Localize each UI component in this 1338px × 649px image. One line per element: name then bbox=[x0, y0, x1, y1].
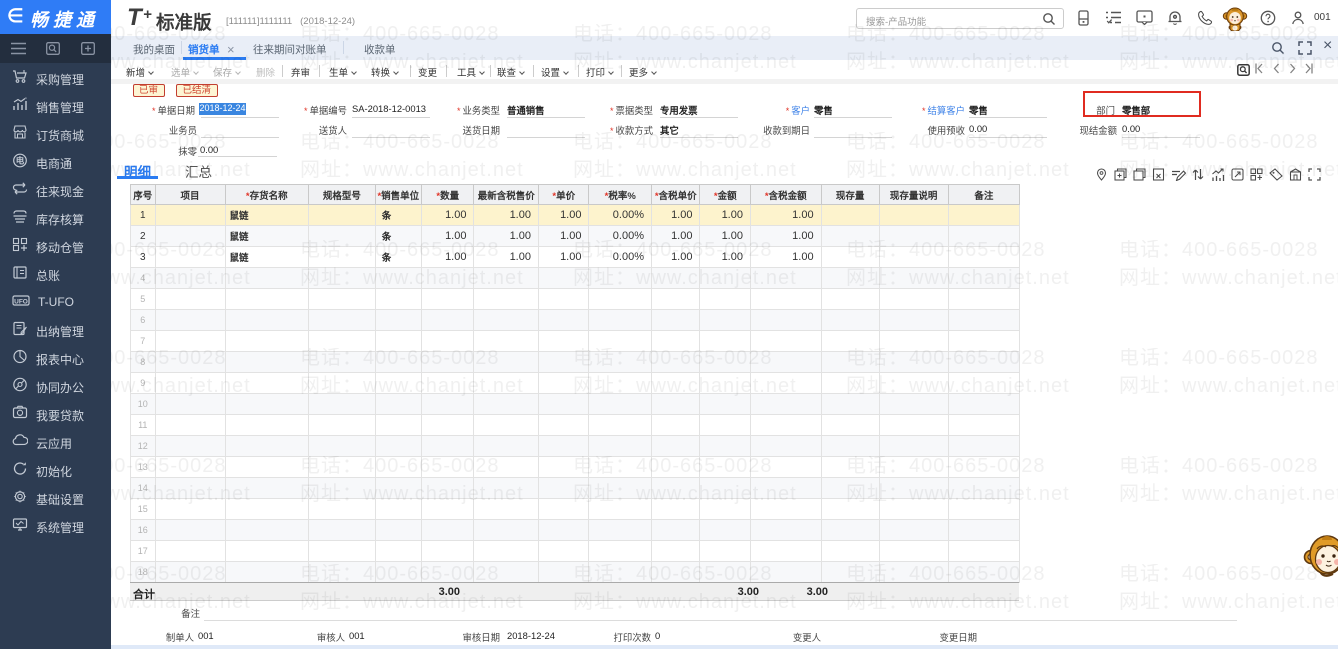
svg-text:电: 电 bbox=[16, 156, 25, 166]
svg-text:UFO: UFO bbox=[14, 298, 28, 305]
